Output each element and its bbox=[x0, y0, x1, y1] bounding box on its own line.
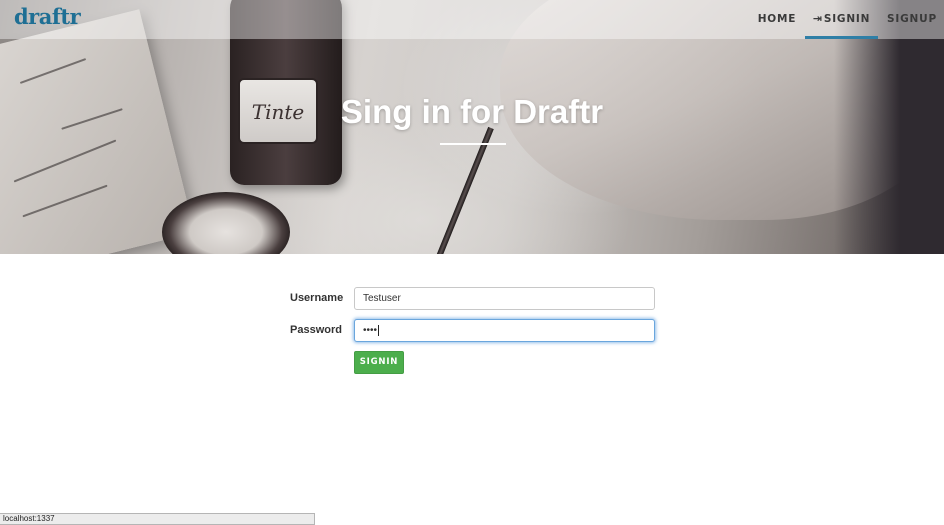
username-field[interactable]: Testuser bbox=[354, 287, 655, 310]
signin-icon: ⇥ bbox=[812, 12, 823, 25]
nav-home-label: HOME bbox=[757, 13, 797, 25]
signin-button[interactable]: SIGNIN bbox=[354, 351, 404, 374]
username-value: Testuser bbox=[363, 293, 401, 304]
text-caret bbox=[378, 324, 380, 336]
nav-home[interactable]: HOME bbox=[752, 0, 802, 39]
pen-image bbox=[432, 126, 494, 254]
nav-signup-label: SIGNUP bbox=[887, 13, 937, 25]
password-value: •••• bbox=[363, 325, 378, 336]
brand-logo[interactable]: draftr bbox=[14, 4, 81, 29]
title-underline bbox=[440, 143, 506, 145]
nav-signin-label: SIGNIN bbox=[823, 13, 871, 25]
nav-signup[interactable]: SIGNUP bbox=[884, 0, 940, 39]
username-label: Username bbox=[290, 292, 344, 304]
password-field[interactable]: •••• bbox=[354, 319, 655, 342]
page-title: Sing in for Draftr bbox=[340, 93, 604, 130]
nav-signin[interactable]: ⇥SIGNIN bbox=[805, 0, 878, 39]
browser-status-bar: localhost:1337 bbox=[0, 513, 315, 525]
top-navbar: draftr HOME ⇥SIGNIN SIGNUP bbox=[0, 0, 944, 39]
password-label: Password bbox=[290, 324, 342, 336]
